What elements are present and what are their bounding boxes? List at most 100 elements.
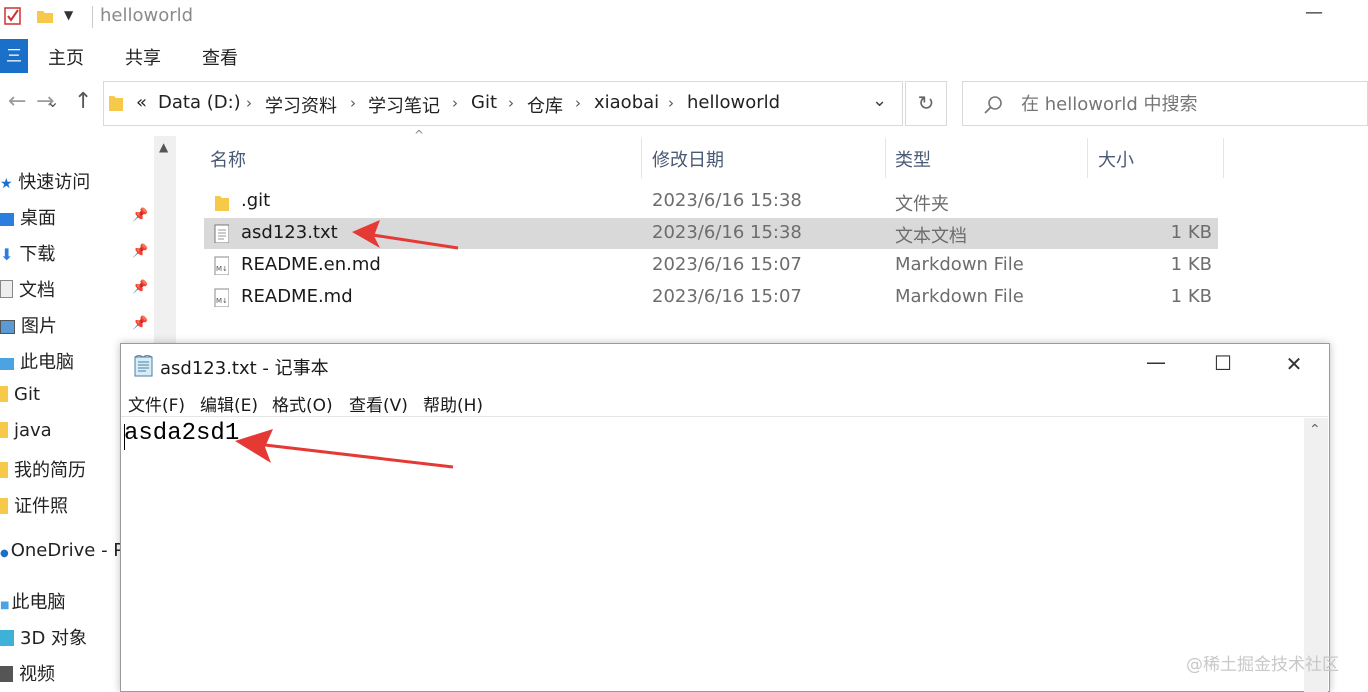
explorer-minimize-button[interactable]: — (1305, 2, 1323, 23)
file-type: Markdown File (895, 254, 1024, 275)
file-date: 2023/6/16 15:38 (652, 222, 802, 243)
column-divider[interactable] (885, 138, 886, 178)
text-file-icon (214, 224, 229, 243)
column-divider[interactable] (641, 138, 642, 178)
sidebar-item-label: 视频 (19, 664, 55, 685)
breadcrumb-helloworld[interactable]: helloworld (687, 92, 780, 113)
breadcrumb-git[interactable]: Git (471, 92, 497, 113)
column-header-type[interactable]: 类型 (895, 146, 931, 172)
document-icon (0, 280, 13, 298)
sidebar-item-videos[interactable]: 视频 (0, 660, 55, 686)
file-date: 2023/6/16 15:07 (652, 286, 802, 307)
sidebar-item-onedrive[interactable]: ● OneDrive - P (0, 540, 124, 561)
tab-view[interactable]: 查看 (202, 44, 238, 70)
back-button[interactable]: ← (8, 89, 26, 114)
notepad-title: asd123.txt - 记事本 (160, 358, 329, 379)
sidebar-item-git[interactable]: Git (0, 384, 40, 405)
file-name: asd123.txt (241, 222, 338, 243)
file-tab[interactable]: 三 (0, 39, 28, 73)
menu-divider (121, 416, 1328, 417)
sidebar-item-pictures[interactable]: 图片 (0, 312, 57, 338)
file-size: 1 KB (1170, 286, 1212, 307)
breadcrumb-separator-icon[interactable]: › (350, 94, 356, 112)
folder-icon (0, 462, 8, 478)
sidebar-item-resume[interactable]: 我的简历 (0, 456, 86, 482)
sidebar-item-3d-objects[interactable]: 3D 对象 (0, 624, 87, 650)
up-button[interactable]: ↑ (74, 89, 92, 114)
sidebar-item-label: 3D 对象 (20, 628, 88, 649)
sidebar-item-id-photo[interactable]: 证件照 (0, 492, 68, 518)
column-header-name[interactable]: 名称 (210, 146, 246, 172)
sidebar-item-this-pc[interactable]: 此电脑 (0, 348, 74, 374)
breadcrumb-study-materials[interactable]: 学习资料 (265, 92, 337, 118)
menu-file[interactable]: 文件(F) (128, 391, 185, 416)
breadcrumb-data-drive[interactable]: Data (D:) (158, 92, 241, 113)
column-divider[interactable] (1223, 138, 1224, 178)
column-divider[interactable] (1087, 138, 1088, 178)
address-dropdown-icon[interactable]: ⌄ (872, 90, 887, 111)
folder-icon (0, 422, 8, 438)
file-type: Markdown File (895, 286, 1024, 307)
sidebar-item-java[interactable]: java (0, 420, 52, 441)
notepad-minimize-button[interactable]: — (1141, 350, 1171, 374)
notepad-maximize-button[interactable]: ☐ (1208, 351, 1238, 375)
breadcrumb-overflow[interactable]: « (136, 92, 147, 113)
sidebar-item-downloads[interactable]: ⬇ 下载 (0, 240, 55, 266)
breadcrumb-separator-icon[interactable]: › (508, 94, 514, 112)
tab-home[interactable]: 主页 (48, 44, 84, 70)
window-title: helloworld (100, 5, 194, 26)
breadcrumb-xiaobai[interactable]: xiaobai (594, 92, 659, 113)
pin-icon[interactable]: 📌 (132, 280, 148, 295)
sidebar-item-label: 此电脑 (20, 352, 74, 373)
annotation-arrow-content (235, 429, 454, 469)
sidebar-item-desktop[interactable]: 桌面 (0, 204, 56, 230)
folder-location-icon (109, 96, 123, 111)
tab-share[interactable]: 共享 (125, 44, 161, 70)
breadcrumb-study-notes[interactable]: 学习笔记 (368, 92, 440, 118)
quick-access-dropdown-icon[interactable]: ▼ (64, 8, 73, 22)
menu-format[interactable]: 格式(O) (272, 391, 333, 416)
svg-text:M↓: M↓ (216, 297, 228, 305)
annotation-arrow-file (352, 220, 459, 250)
sidebar-item-label: 证件照 (14, 496, 68, 517)
sidebar-item-this-pc-2[interactable]: ■ 此电脑 (0, 588, 65, 614)
breadcrumb-repo[interactable]: 仓库 (527, 92, 563, 118)
pin-icon[interactable]: 📌 (132, 316, 148, 331)
video-icon (0, 666, 13, 682)
file-name: README.md (241, 286, 353, 307)
menu-view[interactable]: 查看(V) (349, 391, 408, 416)
breadcrumb-separator-icon[interactable]: › (452, 94, 458, 112)
column-header-date[interactable]: 修改日期 (652, 146, 724, 172)
breadcrumb-separator-icon[interactable]: › (246, 94, 252, 112)
sort-ascending-icon: ^ (414, 128, 425, 142)
new-folder-icon[interactable] (36, 7, 54, 25)
pin-icon[interactable]: 📌 (132, 208, 148, 223)
svg-text:M↓: M↓ (216, 265, 228, 273)
sidebar-item-label: 图片 (21, 316, 57, 337)
file-row-git[interactable]: .git 2023/6/16 15:38 文件夹 (204, 186, 1218, 217)
computer-icon (0, 358, 14, 370)
file-date: 2023/6/16 15:07 (652, 254, 802, 275)
search-box[interactable] (962, 81, 1368, 126)
sidebar-item-label: 下载 (19, 244, 56, 265)
notepad-close-button[interactable]: ✕ (1279, 352, 1309, 376)
sidebar-item-label: 文档 (19, 280, 55, 301)
breadcrumb-separator-icon[interactable]: › (575, 94, 581, 112)
folder-icon (215, 196, 229, 211)
refresh-button[interactable]: ↻ (905, 81, 947, 126)
breadcrumb-separator-icon[interactable]: › (668, 94, 674, 112)
recent-locations-button[interactable]: ⌄ (46, 92, 59, 111)
sidebar-item-documents[interactable]: 文档 (0, 276, 55, 302)
menu-edit[interactable]: 编辑(E) (200, 391, 258, 416)
properties-checkbox-icon[interactable] (3, 6, 23, 26)
notepad-icon (134, 355, 153, 377)
file-row-readme[interactable]: M↓ README.md 2023/6/16 15:07 Markdown Fi… (204, 282, 1218, 313)
sidebar-item-quick-access[interactable]: ★ 快速访问 (0, 168, 90, 194)
menu-help[interactable]: 帮助(H) (423, 391, 483, 416)
scroll-up-icon[interactable]: ⌃ (1309, 422, 1321, 438)
pin-icon[interactable]: 📌 (132, 244, 148, 259)
title-divider (92, 6, 93, 28)
scroll-up-icon[interactable]: ▲ (159, 140, 168, 154)
column-header-size[interactable]: 大小 (1098, 146, 1134, 172)
search-input[interactable] (1019, 90, 1353, 118)
